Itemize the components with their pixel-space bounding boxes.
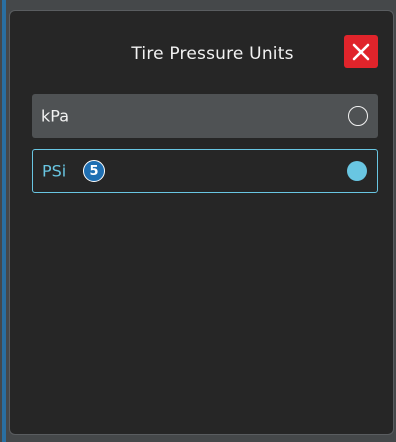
option-psi-label: PSi (42, 161, 67, 181)
tire-pressure-units-dialog: Tire Pressure Units kPa PSi 5 (9, 10, 394, 435)
option-psi[interactable]: PSi 5 (32, 149, 378, 193)
dialog-title: Tire Pressure Units (131, 44, 294, 64)
close-x-icon (352, 43, 370, 60)
radio-selected-icon[interactable] (347, 161, 367, 181)
step-number-badge: 5 (83, 160, 105, 182)
frame-accent-edge (2, 0, 6, 442)
option-kpa-label: kPa (41, 106, 69, 126)
close-button[interactable] (344, 35, 378, 68)
radio-unselected-icon[interactable] (348, 106, 368, 126)
option-kpa[interactable]: kPa (32, 94, 378, 138)
screen-background: Tire Pressure Units kPa PSi 5 (0, 0, 396, 442)
